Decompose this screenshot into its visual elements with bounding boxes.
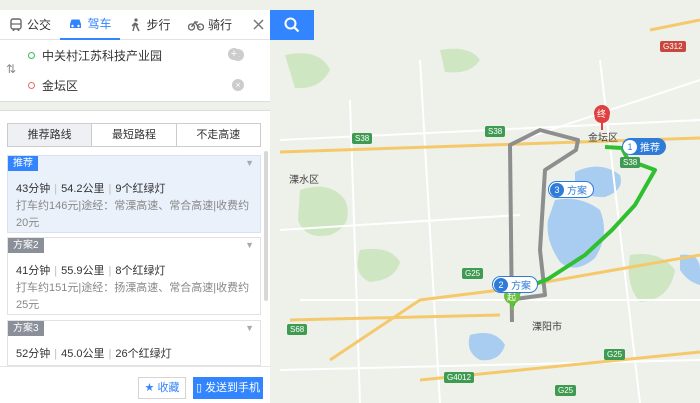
route-tag-number: 3	[550, 182, 564, 197]
plan-toll-prefix: 收费约	[216, 200, 250, 212]
tab-no-highway[interactable]: 不走高速	[177, 124, 260, 146]
bike-icon	[187, 20, 204, 31]
route-tag-label: 方案	[511, 281, 531, 292]
road-shield-g4012: G4012	[444, 372, 475, 383]
plan-summary: 43分钟 | 54.2公里 | 9个红绿灯	[16, 183, 166, 195]
plan-tag: 方案3	[8, 321, 44, 336]
send-to-phone-button[interactable]: ▯ 发送到手机	[193, 377, 263, 399]
plan-details: 打车约151元|途经：扬溧高速、常合高速|收费约	[16, 282, 250, 294]
route-tag-plan-3[interactable]: 3 方案	[548, 181, 594, 198]
origin-field[interactable]: 中关村江苏科技产业园 ×	[28, 42, 244, 68]
plan-details: 打车约146元|途经：常溧高速、常合高速|收费约	[16, 200, 250, 212]
plan-taxi: 打车约151元	[16, 282, 79, 294]
mode-label: 步行	[146, 18, 171, 32]
plan-toll-prefix: 收费约	[216, 282, 250, 294]
destination-field[interactable]: 金坛区 ×	[28, 72, 244, 98]
plan-toll: 20元	[16, 217, 40, 229]
swap-icon[interactable]: ⇅	[6, 62, 16, 76]
plan-via: 途经：常溧高速、常合高速	[81, 200, 214, 212]
favorite-button[interactable]: ★ 收藏	[138, 377, 186, 399]
origin-text[interactable]: 中关村江苏科技产业园	[42, 47, 232, 64]
plan-lights: 8个红绿灯	[115, 265, 166, 277]
plan-toll: 25元	[16, 299, 40, 311]
send-label: 发送到手机	[205, 382, 261, 394]
route-results-panel: 推荐路线 最短路程 不走高速 推荐 ▼ 43分钟 | 54.2公里 | 9个红绿灯 打车…	[0, 110, 270, 403]
mode-label: 驾车	[87, 17, 112, 31]
route-tag-plan-2[interactable]: 2 方案	[492, 276, 538, 293]
end-marker-label[interactable]: 终	[597, 107, 606, 120]
road-shield-s38: S38	[485, 126, 506, 137]
plan-time: 43分钟	[16, 183, 51, 195]
mode-label: 公交	[26, 18, 51, 32]
plan-via: 途经：扬溧高速、常合高速	[81, 282, 214, 294]
route-tag-number: 2	[494, 277, 508, 292]
plan-tag: 方案2	[8, 238, 44, 253]
mode-label: 骑行	[207, 18, 232, 32]
add-waypoint-icon[interactable]: +	[228, 48, 240, 60]
route-tag-label: 方案	[567, 186, 587, 197]
road-shield-g25: G25	[555, 385, 577, 396]
favorite-label: 收藏	[157, 382, 180, 394]
results-scrollbar[interactable]	[264, 151, 268, 301]
tab-recommended[interactable]: 推荐路线	[8, 124, 93, 146]
star-icon: ★	[144, 382, 155, 394]
bus-icon	[10, 17, 22, 31]
route-tag-recommended[interactable]: 1 推荐	[622, 138, 666, 155]
tab-shortest[interactable]: 最短路程	[92, 124, 177, 146]
plan-tag: 推荐	[8, 156, 38, 171]
action-bar: ★ 收藏 ▯ 发送到手机	[0, 366, 270, 403]
origin-dot-icon	[28, 51, 35, 59]
route-inputs: ⇅ 中关村江苏科技产业园 × + 金坛区 ×	[0, 40, 270, 102]
search-icon	[284, 17, 300, 33]
mode-car[interactable]: 驾车	[60, 10, 120, 40]
route-plan-2[interactable]: 方案2 ▼ 41分钟 | 55.9公里 | 8个红绿灯 打车约151元|途经：扬溧高速、…	[7, 237, 261, 315]
road-shield-s38: S38	[620, 157, 641, 168]
plan-taxi: 打车约146元	[16, 200, 79, 212]
place-lishui: 溧水区	[289, 175, 319, 186]
travel-mode-bar: 公交 驾车 步行 骑行	[0, 10, 270, 40]
plan-summary: 41分钟 | 55.9公里 | 8个红绿灯	[16, 265, 166, 277]
place-jintan: 金坛区	[588, 133, 618, 144]
plan-distance: 55.9公里	[61, 265, 105, 277]
destination-text[interactable]: 金坛区	[42, 77, 232, 94]
route-tag-number: 1	[623, 139, 637, 154]
plan-lights: 26个红绿灯	[115, 348, 172, 360]
close-icon	[252, 19, 264, 30]
road-shield-g25: G25	[462, 268, 484, 279]
walk-icon	[131, 17, 141, 31]
chevron-down-icon[interactable]: ▼	[245, 240, 254, 250]
strategy-tabs: 推荐路线 最短路程 不走高速	[7, 123, 261, 147]
clear-destination-icon[interactable]: ×	[232, 79, 244, 91]
car-icon	[70, 19, 82, 28]
plan-distance: 54.2公里	[61, 183, 105, 195]
road-shield-s38: S38	[352, 133, 373, 144]
phone-icon: ▯	[195, 382, 202, 394]
chevron-down-icon[interactable]: ▼	[245, 323, 254, 333]
plan-distance: 45.0公里	[61, 348, 105, 360]
route-tag-label: 推荐	[640, 143, 660, 154]
place-liyang: 溧阳市	[532, 322, 562, 333]
route-plan-3[interactable]: 方案3 ▼ 52分钟 | 45.0公里 | 26个红绿灯	[7, 320, 261, 366]
road-shield-g312: G312	[660, 41, 686, 52]
plan-summary: 52分钟 | 45.0公里 | 26个红绿灯	[16, 348, 172, 360]
mode-bike[interactable]: 骑行	[180, 10, 240, 40]
plan-time: 52分钟	[16, 348, 51, 360]
road-shield-s68: S68	[287, 324, 308, 335]
road-shield-g25: G25	[604, 349, 626, 360]
mode-bus[interactable]: 公交	[0, 10, 60, 40]
chevron-down-icon[interactable]: ▼	[245, 158, 254, 168]
mode-walk[interactable]: 步行	[120, 10, 180, 40]
route-plan-1[interactable]: 推荐 ▼ 43分钟 | 54.2公里 | 9个红绿灯 打车约146元|途经：常溧高速、常…	[7, 155, 261, 233]
plan-lights: 9个红绿灯	[115, 183, 166, 195]
search-button[interactable]	[270, 10, 314, 40]
plan-time: 41分钟	[16, 265, 51, 277]
close-button[interactable]	[246, 10, 270, 40]
destination-dot-icon	[28, 81, 35, 89]
